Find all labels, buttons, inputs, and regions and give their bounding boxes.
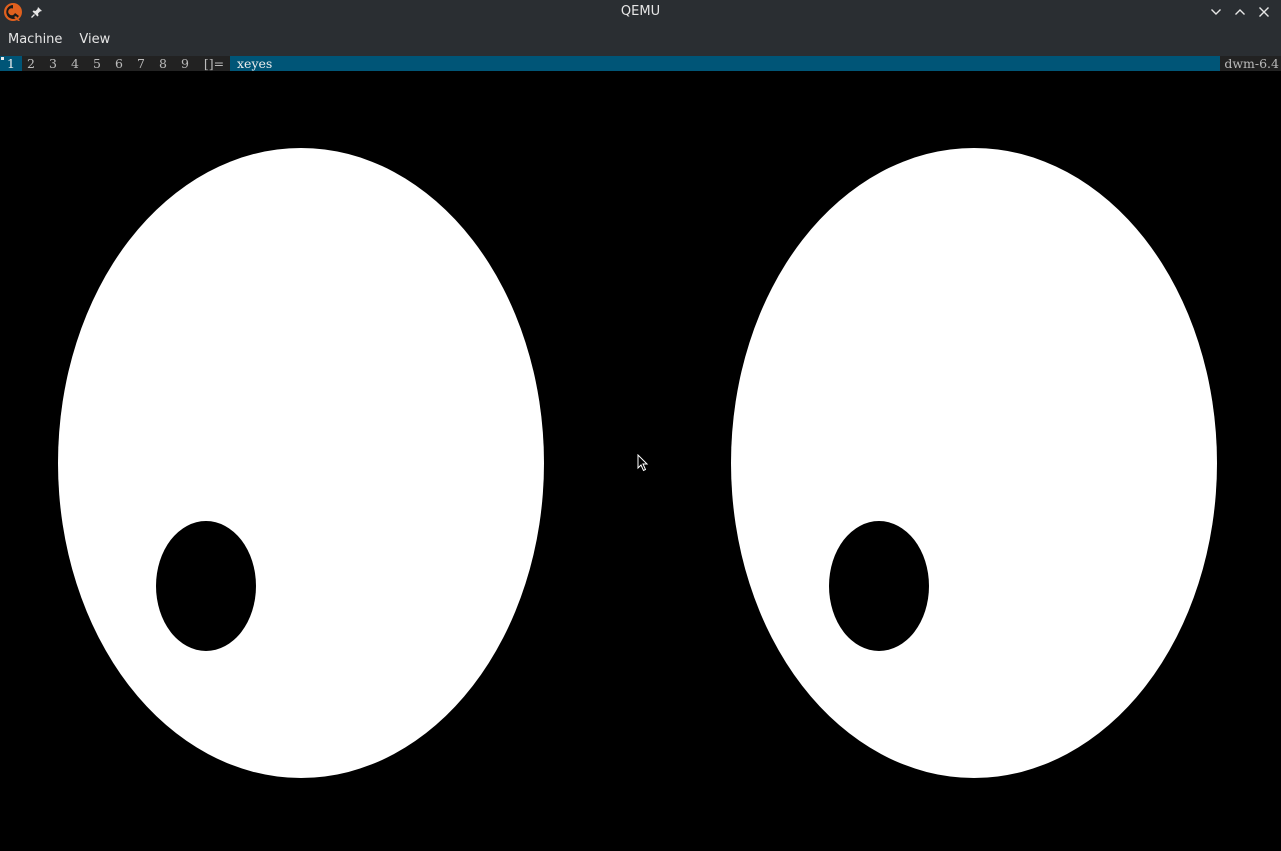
occupied-indicator (1, 57, 4, 60)
layout-symbol[interactable]: []= (198, 56, 230, 71)
tag-label: 5 (93, 56, 101, 71)
tag-label: 4 (71, 56, 79, 71)
tag-label: 1 (7, 56, 15, 71)
pin-button[interactable] (28, 3, 46, 21)
tag-8[interactable]: 8 (152, 56, 174, 71)
close-icon (1259, 7, 1269, 17)
tag-7[interactable]: 7 (130, 56, 152, 71)
status-text: dwm-6.4 (1224, 56, 1279, 71)
tag-2[interactable]: 2 (20, 56, 42, 71)
client-title[interactable]: xeyes (230, 56, 1220, 71)
tag-label: 6 (115, 56, 123, 71)
tag-5[interactable]: 5 (86, 56, 108, 71)
tag-4[interactable]: 4 (64, 56, 86, 71)
menu-view[interactable]: View (73, 28, 116, 52)
tag-label: 8 (159, 56, 167, 71)
minimize-button[interactable] (1207, 3, 1225, 21)
right-pupil (829, 521, 929, 651)
title-bar[interactable]: QEMU (0, 0, 1281, 24)
tag-3[interactable]: 3 (42, 56, 64, 71)
chevron-down-icon (1211, 9, 1221, 15)
qemu-logo-icon[interactable] (3, 2, 23, 22)
tag-6[interactable]: 6 (108, 56, 130, 71)
tag-label: 9 (181, 56, 189, 71)
tag-label: 7 (137, 56, 145, 71)
qemu-window: QEMU Machine View 1 2 3 4 5 6 7 8 9 []= … (0, 0, 1281, 851)
tag-label: 2 (27, 56, 35, 71)
close-button[interactable] (1255, 3, 1273, 21)
window-title: QEMU (620, 4, 661, 19)
dwm-bar: 1 2 3 4 5 6 7 8 9 []= xeyes dwm-6.4 (0, 56, 1281, 71)
tag-label: 3 (49, 56, 57, 71)
left-pupil (156, 521, 256, 651)
left-eye (58, 148, 544, 778)
maximize-button[interactable] (1231, 3, 1249, 21)
menu-machine[interactable]: Machine (2, 28, 68, 52)
chevron-up-icon (1235, 9, 1245, 15)
client-title-text: xeyes (237, 56, 273, 71)
right-eye (731, 148, 1217, 778)
mouse-pointer-icon (637, 454, 649, 472)
pin-icon (31, 7, 42, 18)
tag-9[interactable]: 9 (174, 56, 196, 71)
tag-1[interactable]: 1 (0, 56, 22, 71)
menu-bar: Machine View (0, 24, 1281, 56)
